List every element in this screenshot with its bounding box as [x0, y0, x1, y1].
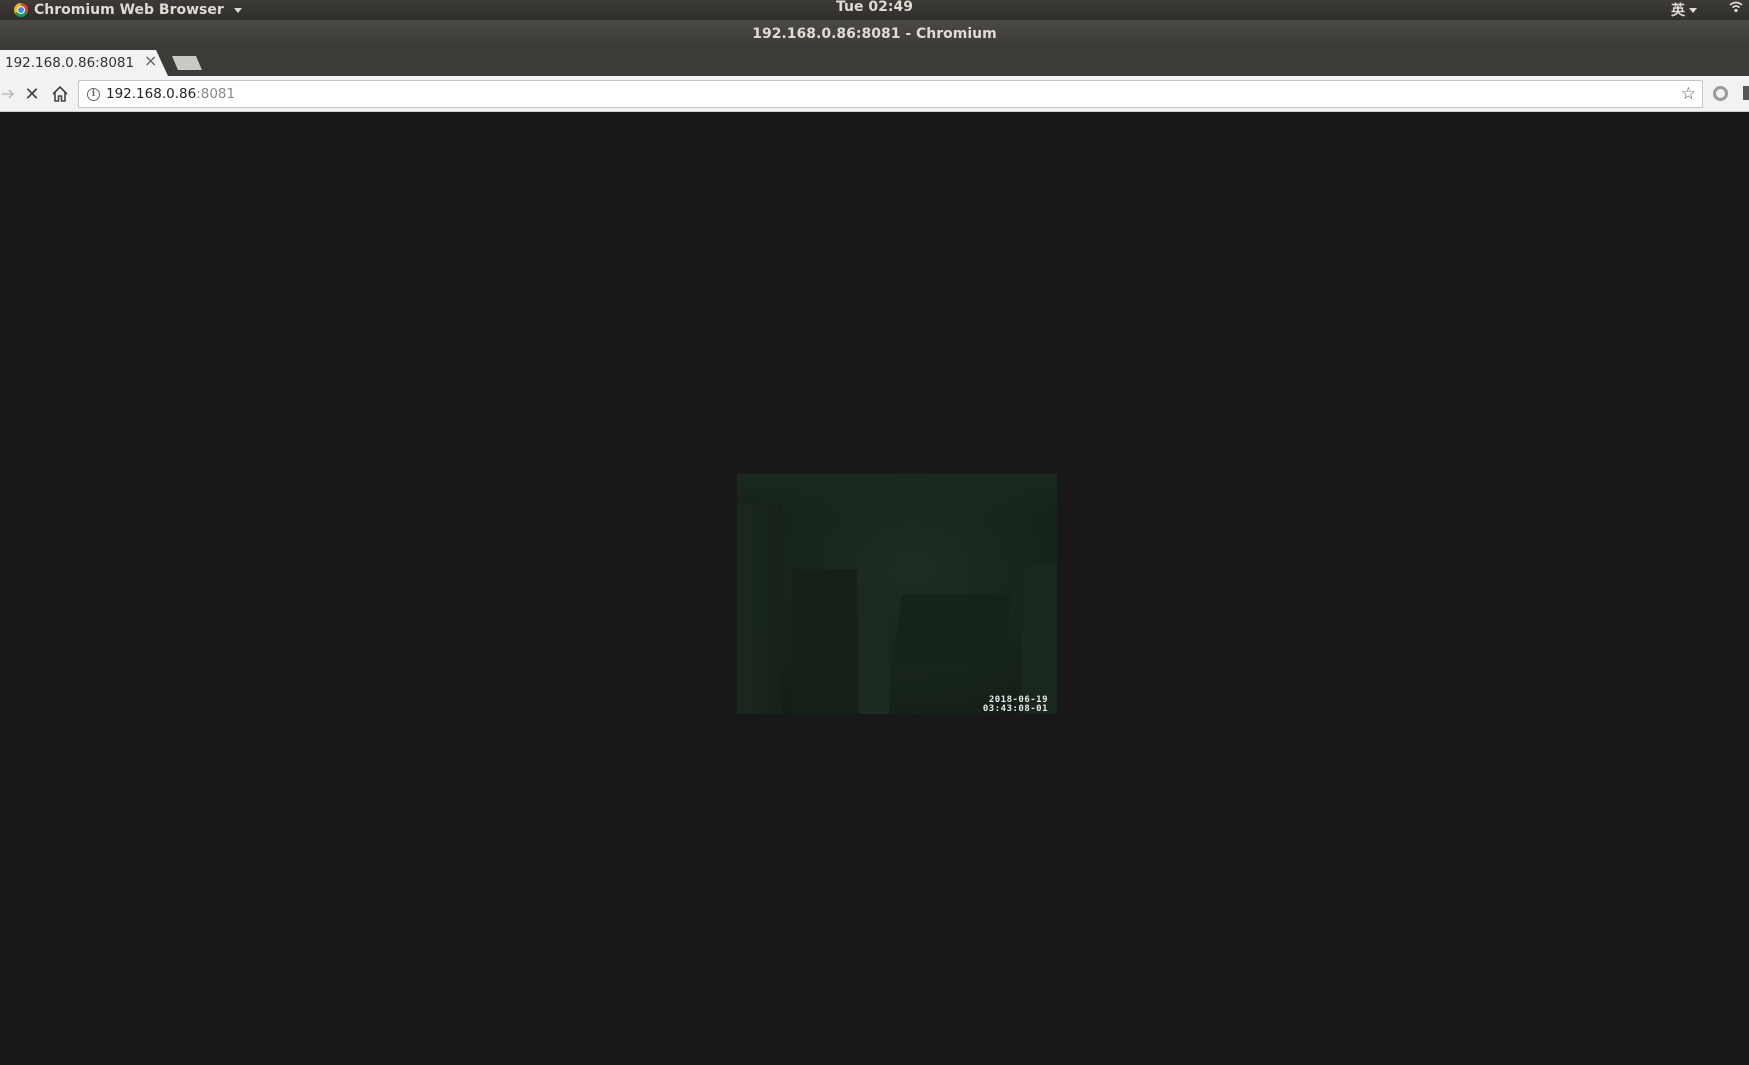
stream-ceiling: [737, 474, 1057, 519]
stream-left-wall: [737, 504, 782, 714]
tab-title: 192.168.0.86:8081: [5, 55, 135, 71]
stop-icon: ✕: [24, 83, 40, 105]
address-bar[interactable]: i 192.168.0.86:8081 ☆: [78, 80, 1703, 108]
input-method-indicator[interactable]: 英: [1671, 0, 1697, 20]
info-icon[interactable]: i: [87, 88, 100, 101]
clock-label[interactable]: Tue 02:49: [836, 0, 913, 15]
window-title-bar: 192.168.0.86:8081 - Chromium: [0, 20, 1749, 48]
browser-toolbar: ✕ i 192.168.0.86:8081 ☆: [0, 76, 1749, 112]
stream-pillar: [859, 564, 889, 714]
app-menu[interactable]: Chromium Web Browser: [14, 0, 242, 20]
forward-button[interactable]: [0, 82, 20, 106]
app-menu-label: Chromium Web Browser: [34, 2, 224, 18]
url-port: :8081: [196, 86, 236, 102]
window-title: 192.168.0.86:8081 - Chromium: [752, 26, 997, 42]
tab-strip: 192.168.0.86:8081 ×: [0, 48, 1749, 76]
stream-corridor: [892, 594, 1012, 664]
url-text[interactable]: 192.168.0.86:8081: [106, 81, 235, 107]
page-content: 2018-06-19 03:43:08-01: [0, 113, 1749, 1065]
clock: Tue 02:49: [0, 0, 1749, 20]
stream-time: 03:43:08-01: [982, 704, 1048, 714]
chevron-down-icon: [1689, 7, 1697, 13]
star-icon[interactable]: ☆: [1681, 84, 1696, 104]
stream-right-wall: [1022, 564, 1057, 714]
stream-timestamp: 2018-06-19 03:43:08-01: [983, 696, 1048, 714]
new-tab-button[interactable]: [172, 56, 202, 70]
stream-doorway: [792, 569, 857, 714]
chromium-logo-icon: [14, 3, 28, 17]
wifi-icon[interactable]: [1729, 1, 1743, 13]
home-icon: [52, 86, 68, 102]
forward-icon: [2, 89, 15, 99]
chevron-down-icon: [233, 7, 242, 13]
system-top-panel: Chromium Web Browser Tue 02:49 英: [0, 0, 1749, 20]
stop-button[interactable]: ✕: [20, 82, 44, 106]
extension-icon[interactable]: [1713, 86, 1728, 101]
tab-active[interactable]: 192.168.0.86:8081: [0, 50, 168, 76]
browser-menu-button[interactable]: [1743, 86, 1749, 100]
input-method-label: 英: [1671, 3, 1685, 19]
home-button[interactable]: [48, 82, 72, 106]
close-icon[interactable]: ×: [144, 52, 157, 70]
url-host: 192.168.0.86: [106, 86, 197, 102]
camera-stream-image: 2018-06-19 03:43:08-01: [737, 474, 1057, 714]
